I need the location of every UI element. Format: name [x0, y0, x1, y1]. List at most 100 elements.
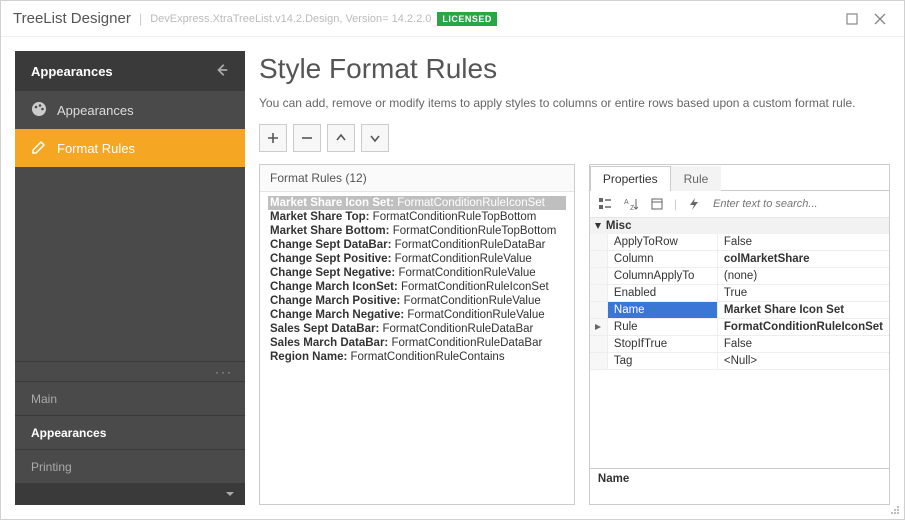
section-appearances[interactable]: Appearances — [15, 415, 245, 449]
section-printing[interactable]: Printing — [15, 449, 245, 483]
rule-row[interactable]: Change Sept Negative: FormatConditionRul… — [268, 266, 566, 280]
property-search-input[interactable] — [711, 197, 883, 211]
rule-name: Change Sept Positive: — [270, 253, 395, 265]
rule-row[interactable]: Change March IconSet: FormatConditionRul… — [268, 280, 566, 294]
move-down-button[interactable] — [361, 124, 389, 152]
property-grid[interactable]: Misc ApplyToRowFalseColumncolMarketShare… — [590, 218, 889, 468]
rule-type: FormatConditionRuleValue — [407, 309, 544, 321]
row-gutter — [590, 302, 608, 318]
property-value[interactable]: True — [718, 285, 889, 301]
property-row[interactable]: StopIfTrueFalse — [590, 336, 889, 353]
sidebar-item-format-rules[interactable]: Format Rules — [15, 129, 245, 167]
remove-button[interactable] — [293, 124, 321, 152]
property-name: Enabled — [608, 285, 718, 301]
rule-row[interactable]: Region Name: FormatConditionRuleContains — [268, 350, 566, 364]
rule-name: Sales March DataBar: — [270, 337, 391, 349]
property-row[interactable]: ColumncolMarketShare — [590, 251, 889, 268]
main-content: Style Format Rules You can add, remove o… — [259, 51, 890, 505]
row-gutter — [590, 285, 608, 301]
property-value[interactable]: (none) — [718, 268, 889, 284]
section-main[interactable]: Main — [15, 381, 245, 415]
rule-row[interactable]: Market Share Bottom: FormatConditionRule… — [268, 224, 566, 238]
property-row[interactable]: RuleFormatConditionRuleIconSet — [590, 319, 889, 336]
close-button[interactable] — [868, 7, 892, 31]
app-title: TreeList Designer — [13, 10, 131, 27]
back-icon[interactable] — [215, 63, 229, 80]
rule-row[interactable]: Change Sept Positive: FormatConditionRul… — [268, 252, 566, 266]
property-value[interactable]: FormatConditionRuleIconSet — [718, 319, 889, 335]
rules-list[interactable]: Market Share Icon Set: FormatConditionRu… — [260, 192, 574, 504]
category-row[interactable]: Misc — [590, 218, 889, 234]
rules-toolbar — [259, 124, 890, 152]
property-toolbar: AZ | — [590, 191, 889, 218]
rule-row[interactable]: Market Share Top: FormatConditionRuleTop… — [268, 210, 566, 224]
property-name: Column — [608, 251, 718, 267]
rule-row[interactable]: Change Sept DataBar: FormatConditionRule… — [268, 238, 566, 252]
alphabetical-icon[interactable]: AZ — [622, 195, 640, 213]
rule-type: FormatConditionRuleTopBottom — [393, 225, 557, 237]
resize-grip[interactable] — [888, 503, 900, 515]
rule-name: Market Share Top: — [270, 211, 373, 223]
row-gutter — [590, 234, 608, 250]
property-row[interactable]: ColumnApplyTo(none) — [590, 268, 889, 285]
rule-type: FormatConditionRuleContains — [351, 351, 505, 363]
property-value[interactable]: False — [718, 234, 889, 250]
property-value[interactable]: colMarketShare — [718, 251, 889, 267]
rule-name: Change March Positive: — [270, 295, 404, 307]
categorized-icon[interactable] — [596, 195, 614, 213]
rule-type: FormatConditionRuleDataBar — [395, 239, 546, 251]
property-pages-icon[interactable] — [648, 195, 666, 213]
property-value[interactable]: False — [718, 336, 889, 352]
sidebar-item-label: Appearances — [57, 103, 134, 118]
rule-row[interactable]: Change March Negative: FormatConditionRu… — [268, 308, 566, 322]
row-gutter — [590, 251, 608, 267]
property-value[interactable]: Market Share Icon Set — [718, 302, 889, 318]
svg-text:A: A — [624, 199, 629, 206]
rule-name: Sales Sept DataBar: — [270, 323, 383, 335]
rule-name: Change March Negative: — [270, 309, 407, 321]
property-row[interactable]: EnabledTrue — [590, 285, 889, 302]
rule-type: FormatConditionRuleValue — [395, 253, 532, 265]
property-name: Tag — [608, 353, 718, 369]
tab-rule[interactable]: Rule — [671, 166, 722, 191]
row-gutter — [590, 336, 608, 352]
events-icon[interactable] — [685, 195, 703, 213]
add-button[interactable] — [259, 124, 287, 152]
move-up-button[interactable] — [327, 124, 355, 152]
row-gutter — [590, 268, 608, 284]
titlebar-separator: | — [139, 11, 142, 26]
sidebar-item-label: Format Rules — [57, 141, 135, 156]
rule-type: FormatConditionRuleTopBottom — [373, 211, 537, 223]
rule-row[interactable]: Sales March DataBar: FormatConditionRule… — [268, 336, 566, 350]
rule-row[interactable]: Market Share Icon Set: FormatConditionRu… — [268, 196, 566, 210]
sidebar-dropdown[interactable] — [15, 483, 245, 505]
rule-type: FormatConditionRuleDataBar — [391, 337, 542, 349]
license-badge: LICENSED — [437, 12, 497, 26]
panels: Format Rules (12) Market Share Icon Set:… — [259, 164, 890, 505]
sidebar-header: Appearances — [15, 51, 245, 91]
maximize-button[interactable] — [840, 7, 864, 31]
property-value[interactable]: <Null> — [718, 353, 889, 369]
property-row[interactable]: NameMarket Share Icon Set — [590, 302, 889, 319]
rule-row[interactable]: Change March Positive: FormatConditionRu… — [268, 294, 566, 308]
rules-panel: Format Rules (12) Market Share Icon Set:… — [259, 164, 575, 505]
designer-window: TreeList Designer | DevExpress.XtraTreeL… — [0, 0, 905, 520]
page-title: Style Format Rules — [259, 53, 890, 85]
property-name: Rule — [608, 319, 718, 335]
svg-text:Z: Z — [630, 205, 635, 211]
sidebar-sections: Main Appearances Printing — [15, 381, 245, 483]
sidebar: Appearances Appearances Format Rules ··· — [15, 51, 245, 505]
property-row[interactable]: Tag<Null> — [590, 353, 889, 370]
assembly-info: DevExpress.XtraTreeList.v14.2.Design, Ve… — [150, 13, 431, 25]
titlebar: TreeList Designer | DevExpress.XtraTreeL… — [1, 1, 904, 37]
property-row[interactable]: ApplyToRowFalse — [590, 234, 889, 251]
property-name: ApplyToRow — [608, 234, 718, 250]
property-name: StopIfTrue — [608, 336, 718, 352]
sidebar-header-label: Appearances — [31, 64, 113, 79]
rule-row[interactable]: Sales Sept DataBar: FormatConditionRuleD… — [268, 322, 566, 336]
rules-panel-header: Format Rules (12) — [260, 165, 574, 192]
sidebar-item-appearances[interactable]: Appearances — [15, 91, 245, 129]
rule-name: Market Share Bottom: — [270, 225, 393, 237]
sidebar-overflow[interactable]: ··· — [15, 361, 245, 381]
tab-properties[interactable]: Properties — [590, 166, 671, 191]
